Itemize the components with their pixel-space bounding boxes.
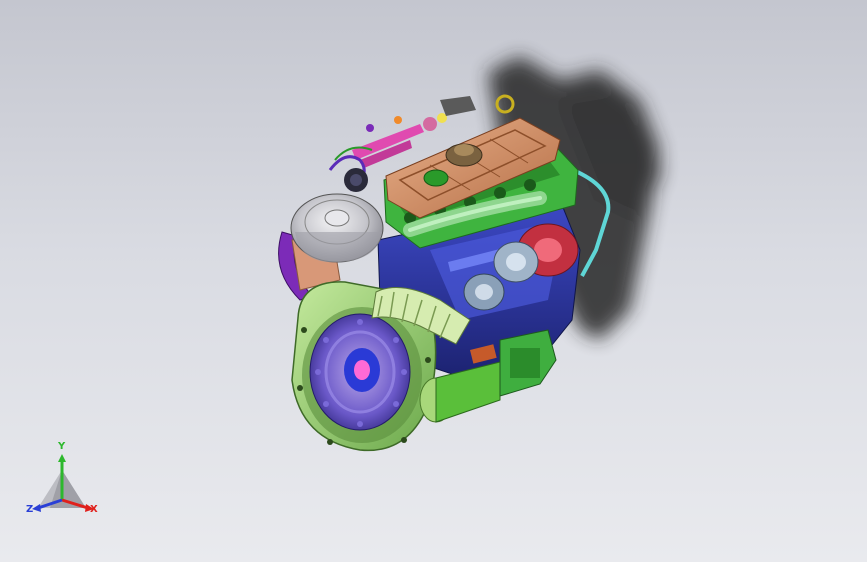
y-axis-label: Y <box>58 441 66 452</box>
oil-pan <box>499 329 557 397</box>
cad-viewport[interactable]: Y X Z <box>0 0 867 562</box>
triad-graphic <box>32 454 94 512</box>
z-axis-label: Z <box>26 504 34 515</box>
engine-model-3d[interactable] <box>0 0 867 562</box>
orientation-triad[interactable]: Y X Z <box>22 442 112 526</box>
x-axis-label: X <box>90 504 98 515</box>
breather-cap <box>423 169 449 187</box>
